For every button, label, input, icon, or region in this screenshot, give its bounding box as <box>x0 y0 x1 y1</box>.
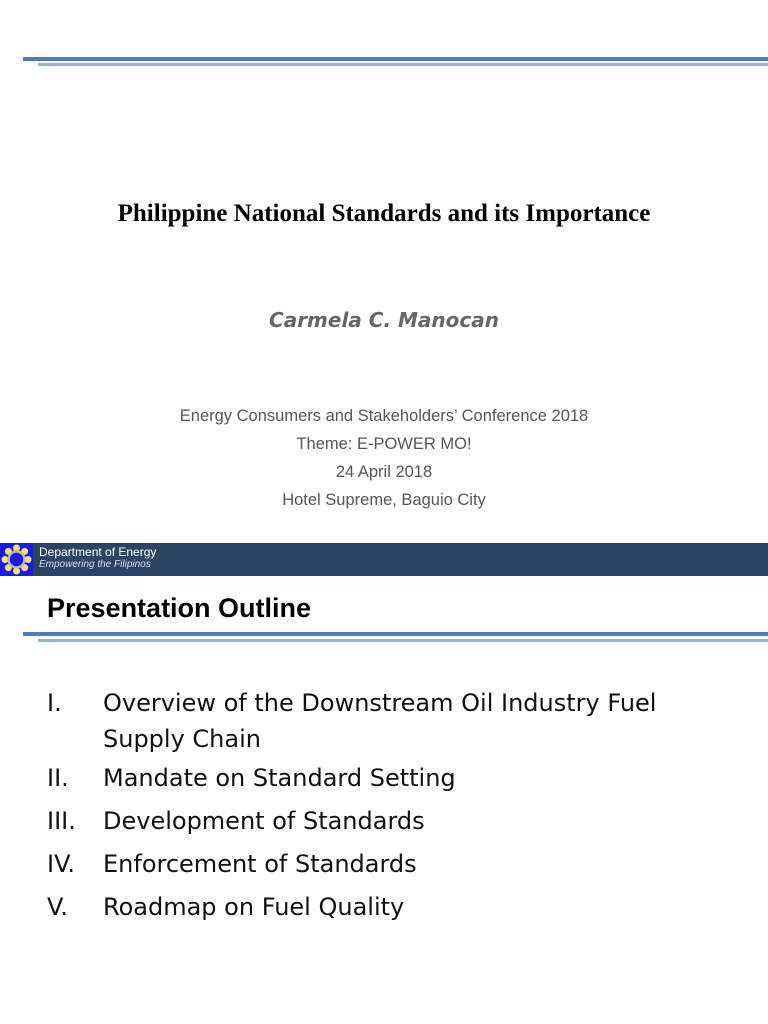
item-number: I. <box>47 689 62 717</box>
author-name: Carmela C. Manocan <box>269 308 499 332</box>
conference-theme: Theme: E-POWER MO! <box>296 435 472 453</box>
conference-venue: Hotel Supreme, Baguio City <box>282 491 486 509</box>
item-text: Enforcement of Standards <box>103 850 417 878</box>
item-number: III. <box>47 807 76 835</box>
outline-item: IV. Enforcement of Standards <box>47 843 683 886</box>
item-number: IV. <box>47 850 76 878</box>
conference-date: 24 April 2018 <box>335 463 433 481</box>
item-text: Development of Standards <box>103 807 425 835</box>
item-number: V. <box>47 893 68 921</box>
item-text: Overview of the Downstream Oil Industry … <box>103 689 657 753</box>
outline-rule-primary <box>23 632 768 636</box>
outline-item: I. Overview of the Downstream Oil Industr… <box>47 682 683 757</box>
header-rule-primary <box>23 57 768 61</box>
header-rule-secondary <box>38 63 768 66</box>
conference-info: Energy Consumers and Stakeholders’ Confe… <box>0 402 768 514</box>
outline-list: I. Overview of the Downstream Oil Industr… <box>47 682 683 929</box>
outline-item: V. Roadmap on Fuel Quality <box>47 886 683 929</box>
item-number: II. <box>47 764 69 792</box>
conference-name: Energy Consumers and Stakeholders’ Confe… <box>179 407 589 425</box>
outline-heading: Presentation Outline <box>47 593 312 623</box>
doe-logo-icon <box>0 543 33 576</box>
slide-title: Philippine National Standards and its Im… <box>117 200 651 227</box>
item-text: Mandate on Standard Setting <box>103 764 456 792</box>
department-tagline: Empowering the Filipinos <box>39 559 151 570</box>
item-text: Roadmap on Fuel Quality <box>103 893 405 921</box>
outline-rule-secondary <box>38 639 768 642</box>
outline-item: III. Development of Standards <box>47 800 683 843</box>
department-name: Department of Energy <box>39 545 157 559</box>
outline-item: II. Mandate on Standard Setting <box>47 757 683 800</box>
